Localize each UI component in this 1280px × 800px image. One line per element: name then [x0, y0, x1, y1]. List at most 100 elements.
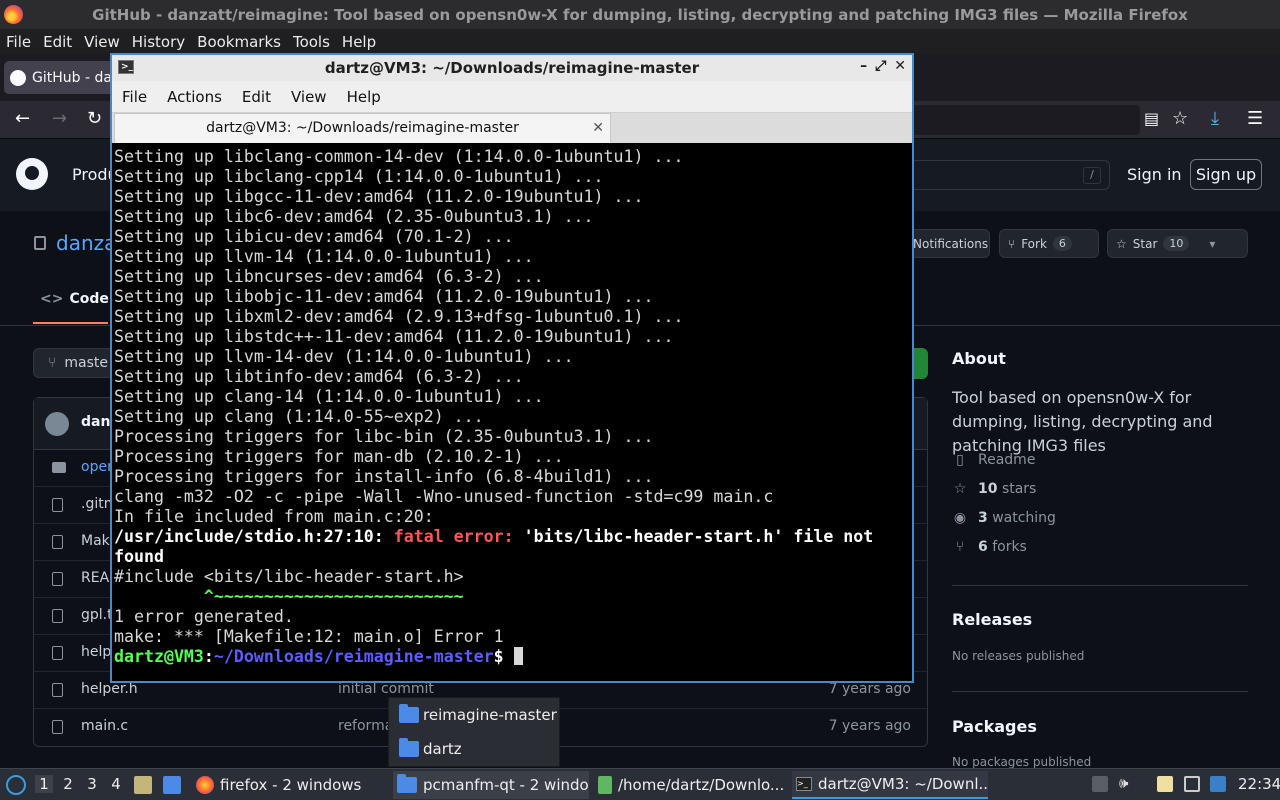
watching-link[interactable]: ◉ 3 watching — [952, 510, 1056, 526]
fork-icon: ⑂ — [1008, 236, 1016, 251]
back-icon[interactable]: ← — [15, 109, 30, 129]
browser-tab[interactable]: GitHub - da — [4, 61, 116, 94]
desktop: GitHub - danzatt/reimagine: Tool based o… — [0, 0, 1280, 800]
prompt-user: dartz@VM3 — [114, 647, 204, 666]
terminal-menu-edit[interactable]: Edit — [232, 88, 281, 106]
bookmark-star-icon[interactable]: ☆ — [1172, 109, 1188, 129]
star-icon: ☆ — [953, 481, 967, 497]
branch-name: maste — [64, 355, 109, 371]
commit-time: 7 years ago — [828, 681, 911, 697]
workspace-3[interactable]: 3 — [83, 775, 101, 793]
menu-help[interactable]: Help — [336, 33, 382, 51]
stars-link[interactable]: ☆ 10 stars — [952, 481, 1037, 497]
task-firefox[interactable]: firefox - 2 windows — [192, 771, 382, 799]
firefox-logo-icon — [4, 5, 23, 24]
reader-view-icon[interactable]: ▤ — [1144, 109, 1159, 129]
terminal-line: Setting up libgcc-11-dev:amd64 (11.2.0-1… — [114, 187, 644, 206]
task-file-manager[interactable]: /home/dartz/Downlo... — [594, 771, 784, 799]
prompt-separator: : — [203, 647, 214, 666]
updates-icon[interactable] — [1210, 776, 1226, 792]
workspace-4[interactable]: 4 — [107, 775, 125, 793]
popup-item-label: reimagine-master — [423, 706, 557, 724]
forks-label: forks — [992, 539, 1027, 555]
clock[interactable]: 22:34 — [1238, 775, 1280, 793]
network-icon[interactable] — [1184, 776, 1200, 792]
workspace-1[interactable]: 1 — [35, 775, 53, 793]
avatar[interactable] — [45, 412, 69, 436]
sign-in-link[interactable]: Sign in — [1127, 165, 1182, 184]
folder-icon — [399, 738, 419, 757]
star-count: 10 — [1163, 236, 1190, 251]
workspace-2[interactable]: 2 — [59, 775, 77, 793]
popup-item-label: dartz — [423, 740, 462, 758]
terminal-menu-view[interactable]: View — [281, 88, 337, 106]
terminal-menu-file[interactable]: File — [112, 88, 157, 106]
terminal-menu-help[interactable]: Help — [337, 88, 391, 106]
tab-code[interactable]: <> Code — [33, 285, 109, 324]
prompt-line: dartz@VM3:~/Downloads/reimagine-master$ — [114, 647, 910, 667]
file-name[interactable]: main.c — [81, 718, 128, 734]
minimize-icon[interactable]: – — [860, 58, 867, 74]
menu-edit[interactable]: Edit — [37, 33, 78, 51]
menu-tools[interactable]: Tools — [287, 33, 336, 51]
sign-up-button[interactable]: Sign up — [1190, 159, 1262, 190]
menu-history[interactable]: History — [126, 33, 191, 51]
popup-item-reimagine-master[interactable]: reimagine-master — [399, 702, 557, 728]
terminal-line: Setting up libtinfo-dev:amd64 (6.3-2) ..… — [114, 367, 524, 386]
terminal-tab[interactable]: dartz@VM3: ~/Downloads/reimagine-master … — [114, 113, 611, 143]
volume-icon[interactable]: 🕪 — [1119, 774, 1135, 792]
prompt-path: ~/Downloads/reimagine-master — [213, 647, 494, 666]
file-name[interactable]: helper.h — [81, 681, 138, 697]
code-icon: <> — [40, 291, 64, 307]
terminal-line: Setting up libclang-cpp14 (1:14.0.0-1ubu… — [114, 167, 604, 186]
file-icon — [52, 498, 63, 512]
star-button[interactable]: ☆ Star 10 ▾ — [1107, 229, 1248, 258]
terminal-line: Setting up clang (1:14.0-55~exp2) ... — [114, 407, 484, 426]
terminal-output[interactable]: Setting up libclang-common-14-dev (1:14.… — [114, 147, 910, 681]
menu-bookmarks[interactable]: Bookmarks — [191, 33, 287, 51]
menu-view[interactable]: View — [78, 33, 126, 51]
tab-close-icon[interactable]: ✕ — [592, 114, 604, 142]
forks-link[interactable]: ⑂ 6 forks — [952, 539, 1027, 555]
terminal-app-icon: >_ — [118, 60, 134, 74]
packages-title[interactable]: Packages — [952, 717, 1037, 736]
task-pcmanfm[interactable]: pcmanfm-qt - 2 windo... — [393, 771, 589, 799]
tab-code-label: Code — [69, 291, 109, 307]
terminal-titlebar[interactable]: >_ dartz@VM3: ~/Downloads/reimagine-mast… — [112, 55, 912, 81]
clipboard-icon[interactable] — [1157, 776, 1173, 792]
terminal-line: Processing triggers for man-db (2.10.2-1… — [114, 447, 564, 466]
downloads-icon[interactable]: ⤓ — [1211, 109, 1219, 129]
github-search-input[interactable]: ch / — [880, 160, 1110, 190]
file-manager-launcher-icon[interactable] — [134, 776, 152, 794]
close-icon[interactable]: ✕ — [894, 58, 906, 74]
terminal-menu-actions[interactable]: Actions — [157, 88, 232, 106]
desktop-launcher-icon[interactable] — [163, 776, 181, 794]
tray-apps-icon[interactable] — [1092, 776, 1108, 792]
terminal-line: 1 error generated. — [114, 607, 294, 626]
terminal-line: Setting up libc6-dev:amd64 (2.35-0ubuntu… — [114, 207, 594, 226]
window-group-popup: reimagine-master dartz — [388, 697, 560, 767]
commit-message[interactable]: initial commit — [338, 681, 434, 697]
terminal-line: clang -m32 -O2 -c -pipe -Wall -Wno-unuse… — [114, 487, 774, 506]
menu-file[interactable]: File — [0, 33, 37, 51]
popup-item-dartz[interactable]: dartz — [399, 736, 462, 762]
fork-count: 6 — [1052, 236, 1072, 251]
forward-icon[interactable]: → — [52, 109, 67, 129]
hamburger-menu-icon[interactable]: ☰ — [1247, 109, 1263, 129]
task-terminal[interactable]: >_ dartz@VM3: ~/Downl... — [792, 771, 988, 799]
readme-link[interactable]: ▯ Readme — [952, 452, 1035, 468]
terminal-line: Setting up libstdc++-11-dev:amd64 (11.2.… — [114, 327, 674, 346]
error-kind: fatal error: — [393, 527, 524, 546]
start-menu-icon[interactable] — [6, 775, 26, 795]
maximize-icon[interactable]: ⤢ — [875, 58, 886, 74]
star-dropdown-icon[interactable]: ▾ — [1209, 237, 1215, 251]
repo-owner-link[interactable]: danza — [56, 231, 116, 255]
releases-title[interactable]: Releases — [952, 610, 1032, 629]
fork-button[interactable]: ⑂ Fork 6 — [999, 229, 1099, 258]
star-icon: ☆ — [1116, 236, 1127, 251]
eye-icon: ◉ — [953, 510, 967, 526]
reload-icon[interactable]: ↻ — [87, 109, 102, 129]
stars-count: 10 — [978, 481, 998, 497]
github-logo-icon[interactable] — [16, 158, 48, 190]
file-name[interactable]: REA — [81, 570, 109, 586]
